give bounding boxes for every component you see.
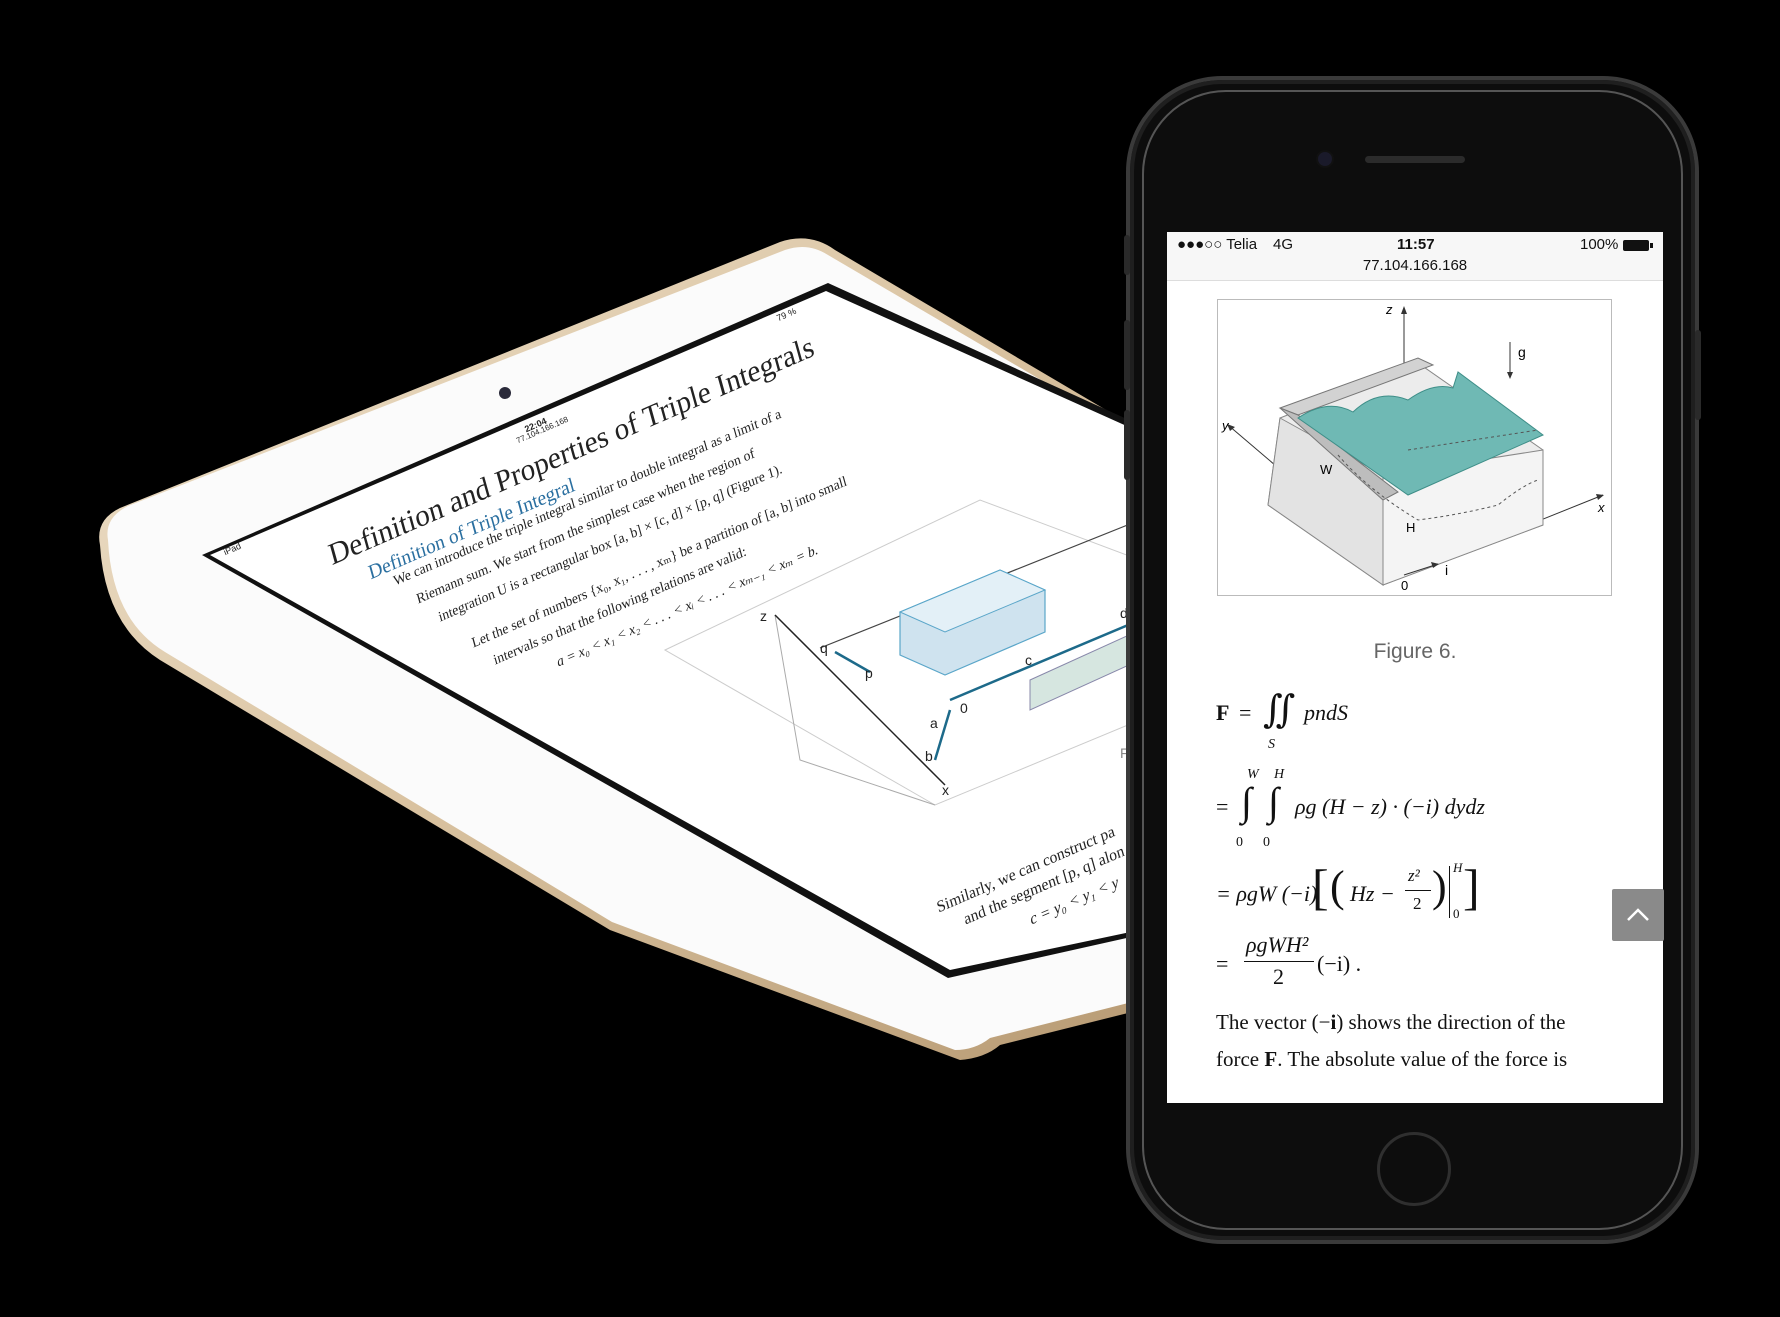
eq1-lhs: F <box>1216 700 1230 725</box>
paragraph-text: ) shows the direction of the <box>1336 1010 1566 1034</box>
axis-label-z: z <box>1386 302 1393 317</box>
ipad-figure-label: z <box>760 608 767 624</box>
vector-f: F <box>1264 1047 1278 1071</box>
eq3-right-bracket: ] <box>1463 859 1480 915</box>
eq3-evaluation-bar <box>1449 866 1450 918</box>
dimension-label-w: W <box>1320 462 1333 477</box>
status-time: 11:57 <box>1397 236 1435 253</box>
vector-label-g: g <box>1518 344 1526 360</box>
figure-caption: Figure 6. <box>1373 640 1457 663</box>
home-button[interactable] <box>1377 1132 1451 1206</box>
iphone-volume-down <box>1124 410 1130 480</box>
eq4-fraction-bar <box>1244 961 1314 962</box>
integral-sign-1: ∫ <box>1241 779 1252 824</box>
iphone-side-button <box>1124 235 1130 275</box>
ipad-figure-label: x <box>942 782 949 798</box>
axis-label-y: y <box>1222 418 1229 433</box>
speaker-grille <box>1365 156 1465 163</box>
eq1-subscript: S <box>1268 737 1275 752</box>
front-camera-icon <box>1318 152 1332 166</box>
eq3-left-bracket: [ <box>1312 859 1329 915</box>
eq3-fraction-denominator: 2 <box>1413 894 1422 913</box>
paragraph-text: The vector (− <box>1216 1010 1331 1034</box>
integral-sign-2: ∫ <box>1268 779 1279 824</box>
ipad-viewport: iPad 22:04 77.104.166.168 79 % Definitio… <box>0 0 1140 1317</box>
carrier-signal: ●●●○○ Telia <box>1177 236 1258 253</box>
iphone-power-button <box>1695 330 1701 420</box>
eq2-lower-limit-2: 0 <box>1263 835 1270 850</box>
eq3-lower-bound: 0 <box>1453 906 1460 921</box>
ipad-figure-label: p <box>865 665 873 681</box>
eq2-lower-limit-1: 0 <box>1236 835 1243 850</box>
eq3-fraction-numerator: z² <box>1408 866 1420 885</box>
eq1-rhs: pndS <box>1304 700 1348 725</box>
eq4-tail: (−i) . <box>1317 951 1362 976</box>
eq1-equals: = <box>1239 700 1252 725</box>
address-url[interactable]: 77.104.166.168 <box>1167 257 1663 274</box>
axis-label-x: x <box>1598 500 1605 515</box>
vector-label-i: i <box>1445 562 1449 578</box>
eq3-fraction-bar <box>1405 890 1431 891</box>
network-type: 4G <box>1273 236 1294 253</box>
iphone-volume-up <box>1124 320 1130 390</box>
scroll-to-top-button[interactable] <box>1612 889 1664 941</box>
origin-label: 0 <box>1401 578 1409 593</box>
eq3-upper-bound: H <box>1453 860 1463 875</box>
eq3-prefix: = ρgW (−i) <box>1216 881 1318 906</box>
eq4-equals: = <box>1216 951 1229 976</box>
eq2-equals: = <box>1216 794 1229 819</box>
ipad-figure-label: d <box>1120 605 1128 621</box>
battery-icon <box>1623 240 1649 251</box>
figure-6: z g y W H x 0 i <box>1217 299 1612 596</box>
eq3-inner: Hz − <box>1350 881 1395 906</box>
chevron-up-icon <box>1627 908 1649 921</box>
ipad-figure-label: c <box>1025 652 1032 668</box>
iphone-screen: ●●●○○ Telia 4G 11:57 100% 77.104.166.168 <box>1167 232 1663 1103</box>
dimension-label-h: H <box>1406 520 1416 535</box>
ipad-figure-label: q <box>820 640 828 656</box>
eq2-rhs: ρg (H − z) · (−i) dydz <box>1295 794 1485 819</box>
body-paragraph: The vector (−i) shows the direction of t… <box>1216 1004 1636 1078</box>
ipad-figure-label: b <box>925 748 933 764</box>
paragraph-text: force <box>1216 1047 1265 1071</box>
eq4-fraction-denominator: 2 <box>1273 964 1284 989</box>
eq3-right-paren: ) <box>1432 862 1447 911</box>
eq3-left-paren: ( <box>1330 862 1345 911</box>
battery-percent: 100% <box>1580 236 1619 253</box>
ipad-figure-label: 0 <box>960 700 968 716</box>
status-bar: ●●●○○ Telia 4G 11:57 100% 77.104.166.168 <box>1167 232 1663 281</box>
ipad-figure-label: a <box>930 715 938 731</box>
figure-6-diagram <box>1227 306 1604 586</box>
double-integral-sign: ∬ <box>1263 689 1296 731</box>
eq4-fraction-numerator: ρgWH² <box>1246 932 1309 957</box>
battery-tip <box>1650 243 1653 248</box>
paragraph-text: . The absolute value of the force is <box>1277 1047 1568 1071</box>
